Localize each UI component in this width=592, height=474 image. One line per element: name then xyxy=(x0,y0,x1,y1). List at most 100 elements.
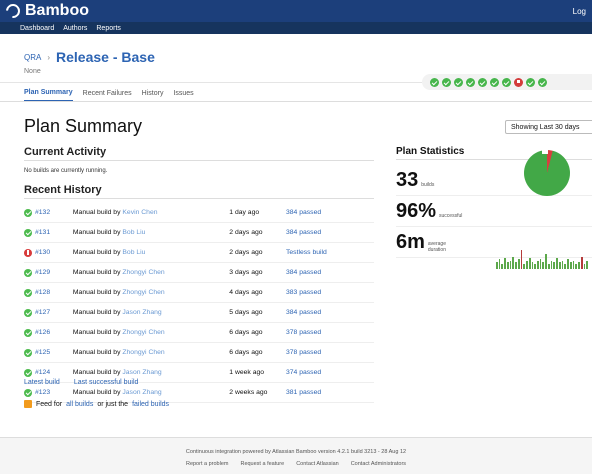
report-problem-link[interactable]: Report a problem xyxy=(186,461,229,467)
build-success-icon xyxy=(24,348,32,357)
build-result-link[interactable]: 384 passed xyxy=(286,229,374,236)
feed-failed-builds-link[interactable]: failed builds xyxy=(132,401,169,408)
last-successful-build-link[interactable]: Last successful build xyxy=(74,379,139,386)
build-reason-text: Manual build by xyxy=(72,229,121,236)
duration-bar-chart xyxy=(496,249,588,269)
table-row: #129 Manual build by Zhongyi Chen 3 days a… xyxy=(24,263,374,283)
build-reason-text: Manual build by xyxy=(72,209,121,216)
build-number-label: #128 xyxy=(35,289,51,296)
duration-bar xyxy=(561,261,564,269)
build-result-link[interactable]: 383 passed xyxy=(286,289,374,296)
table-row: #131 Manual build by Bob Liu 2 days ago 384… xyxy=(24,223,374,243)
build-links: Latest build Last successful build xyxy=(24,379,138,386)
nav-authors[interactable]: Authors xyxy=(63,25,87,32)
build-success-icon xyxy=(24,328,32,337)
time-filter-select[interactable]: Showing Last 30 days xyxy=(505,120,592,134)
build-reason: Manual build by Kevin Chen xyxy=(73,209,229,216)
build-reason: Manual build by Zhongyi Chen xyxy=(73,349,229,356)
build-user-link[interactable]: Zhongyi Chen xyxy=(122,289,164,296)
build-result-link[interactable]: 378 passed xyxy=(286,349,374,356)
build-number[interactable]: #130 xyxy=(24,248,73,257)
build-reason: Manual build by Zhongyi Chen xyxy=(73,289,229,296)
duration-bar xyxy=(506,262,509,269)
duration-statistic: 6m average duration xyxy=(396,227,592,269)
build-result-link[interactable]: 381 passed xyxy=(286,389,374,396)
feed-links: Feed for all builds or just the failed b… xyxy=(24,400,169,408)
build-success-icon[interactable] xyxy=(526,77,535,87)
footer-links: Report a problem Request a feature Conta… xyxy=(0,461,592,467)
latest-build-link[interactable]: Latest build xyxy=(24,379,60,386)
build-result-link[interactable]: 384 passed xyxy=(286,309,374,316)
build-time: 1 week ago xyxy=(229,369,265,376)
build-user-link[interactable]: Zhongyi Chen xyxy=(122,329,164,336)
build-user-link[interactable]: Jason Zhang xyxy=(122,309,161,316)
duration-bar xyxy=(558,262,561,269)
build-number[interactable]: #131 xyxy=(24,228,73,237)
build-user-link[interactable]: Bob Liu xyxy=(122,249,145,256)
build-reason: Manual build by Bob Liu xyxy=(73,229,229,236)
login-link[interactable]: Log xyxy=(573,7,586,16)
contact-atlassian-link[interactable]: Contact Atlassian xyxy=(296,461,339,467)
build-success-icon xyxy=(24,228,32,237)
bamboo-logo[interactable]: Bamboo xyxy=(3,1,89,21)
build-number[interactable]: #132 xyxy=(24,208,73,217)
build-number-label: #129 xyxy=(35,269,51,276)
build-number-label: #125 xyxy=(35,349,51,356)
tab-plan-summary[interactable]: Plan Summary xyxy=(24,89,73,101)
build-result-link[interactable]: 378 passed xyxy=(286,329,374,336)
build-number[interactable]: #126 xyxy=(24,328,73,337)
average-duration: 6m xyxy=(396,230,425,253)
build-success-icon[interactable] xyxy=(538,77,547,87)
build-success-icon[interactable] xyxy=(454,77,463,87)
build-user-link[interactable]: Jason Zhang xyxy=(122,369,161,376)
duration-bar xyxy=(501,264,504,269)
build-time: 6 days ago xyxy=(229,349,263,356)
build-success-icon[interactable] xyxy=(442,77,451,87)
duration-bar xyxy=(515,262,517,269)
build-failed-icon[interactable] xyxy=(514,77,523,87)
plan-title: Release - Base xyxy=(56,49,155,65)
request-feature-link[interactable]: Request a feature xyxy=(240,461,284,467)
build-user-link[interactable]: Kevin Chen xyxy=(122,209,157,216)
main-navigation: Dashboard Authors Reports xyxy=(0,22,592,34)
build-success-icon[interactable] xyxy=(478,77,487,87)
build-result-link[interactable]: Testless build xyxy=(286,249,374,256)
feed-all-builds-link[interactable]: all builds xyxy=(66,401,93,408)
build-success-icon[interactable] xyxy=(466,77,475,87)
build-reason: Manual build by Zhongyi Chen xyxy=(73,329,229,336)
build-success-icon[interactable] xyxy=(502,77,511,87)
build-user-link[interactable]: Jason Zhang xyxy=(122,389,161,396)
build-user-link[interactable]: Bob Liu xyxy=(122,229,145,236)
build-user-link[interactable]: Zhongyi Chen xyxy=(122,349,164,356)
nav-dashboard[interactable]: Dashboard xyxy=(20,25,54,32)
build-result-link[interactable]: 384 passed xyxy=(286,209,374,216)
build-number[interactable]: #128 xyxy=(24,288,73,297)
success-pie-chart xyxy=(524,150,570,196)
build-number-label: #130 xyxy=(35,249,51,256)
build-success-icon[interactable] xyxy=(430,77,439,87)
build-number[interactable]: #129 xyxy=(24,268,73,277)
tab-history[interactable]: History xyxy=(142,90,164,101)
duration-label: average duration xyxy=(427,240,446,253)
current-activity-text: No builds are currently running. xyxy=(24,168,108,174)
build-user-link[interactable]: Zhongyi Chen xyxy=(122,269,164,276)
rss-icon xyxy=(24,400,32,408)
build-failed-icon xyxy=(24,248,32,257)
duration-bar xyxy=(509,261,512,269)
build-reason-text: Manual build by xyxy=(72,389,121,396)
project-link[interactable]: QRA xyxy=(24,53,41,62)
build-result-link[interactable]: 374 passed xyxy=(286,369,374,376)
contact-admin-link[interactable]: Contact Administrators xyxy=(351,461,406,467)
build-success-icon[interactable] xyxy=(490,77,499,87)
build-number[interactable]: #123 xyxy=(24,388,73,397)
tab-recent-failures[interactable]: Recent Failures xyxy=(83,90,132,101)
nav-reports[interactable]: Reports xyxy=(96,25,121,32)
build-result-link[interactable]: 384 passed xyxy=(286,269,374,276)
feed-prefix: Feed for xyxy=(36,400,63,408)
build-number-label: #132 xyxy=(35,209,51,216)
build-number[interactable]: #124 xyxy=(24,368,73,377)
tab-issues[interactable]: Issues xyxy=(173,90,193,101)
build-number[interactable]: #125 xyxy=(24,348,73,357)
build-number-label: #131 xyxy=(35,229,51,236)
build-number[interactable]: #127 xyxy=(24,308,73,317)
